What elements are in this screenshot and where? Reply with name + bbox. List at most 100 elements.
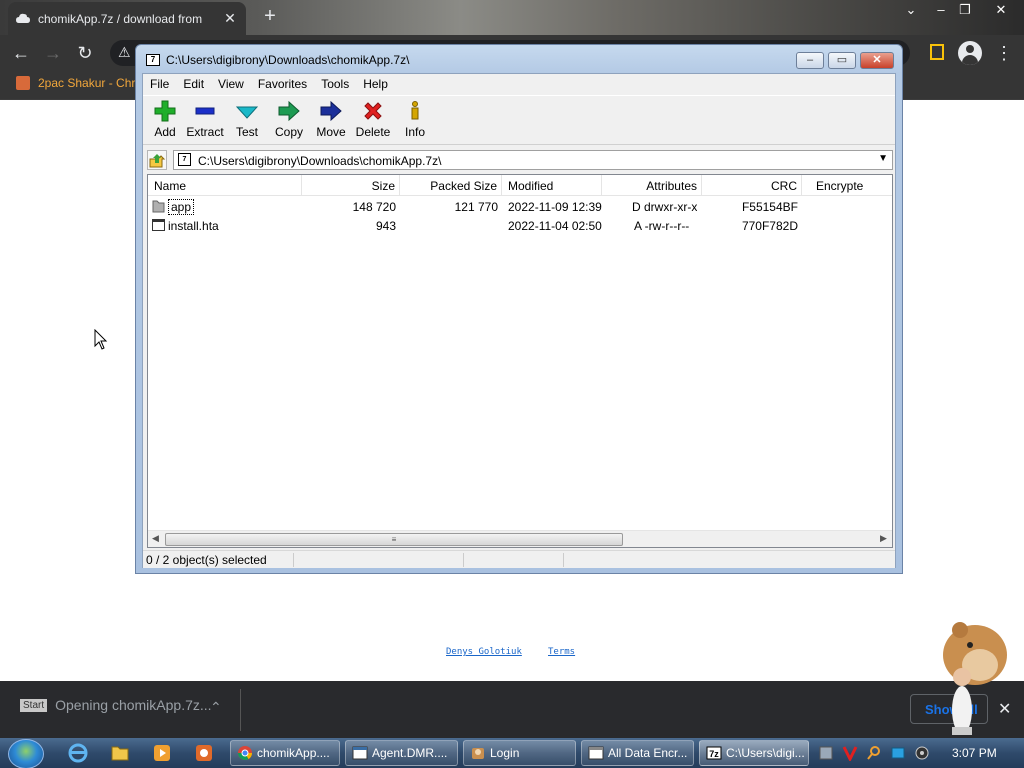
more-menu-icon[interactable]: ⋮ — [994, 40, 1014, 66]
download-item[interactable]: Start Opening chomikApp.7z... — [20, 697, 212, 713]
speaker-tray-icon[interactable] — [914, 745, 930, 761]
column-crc[interactable]: CRC — [702, 175, 802, 196]
move-button[interactable]: Move — [309, 100, 353, 142]
taskbar-button-login[interactable]: Login — [463, 740, 576, 766]
minimize-button[interactable]: – — [796, 52, 824, 69]
arrow-right-icon — [320, 100, 342, 122]
test-button[interactable]: Test — [225, 100, 269, 142]
divider — [563, 553, 564, 567]
column-size[interactable]: Size — [302, 175, 400, 196]
menu-file[interactable]: File — [143, 74, 176, 94]
dropdown-arrow-icon[interactable]: ▼ — [878, 153, 888, 164]
copy-button[interactable]: Copy — [267, 100, 311, 142]
media-player-icon[interactable] — [152, 743, 172, 763]
delete-button[interactable]: Delete — [351, 100, 395, 142]
taskbar-label: C:\Users\digi... — [726, 746, 805, 760]
window-app-icon — [588, 746, 604, 760]
menu-view[interactable]: View — [211, 74, 251, 94]
taskbar-button-sevenzip[interactable]: 7z C:\Users\digi... — [699, 740, 809, 766]
extension-icon[interactable] — [930, 44, 944, 60]
back-icon[interactable]: ← — [8, 40, 34, 66]
add-button[interactable]: Add — [143, 100, 187, 142]
close-button[interactable]: ✕ — [860, 52, 894, 69]
taskbar-button-encryption[interactable]: All Data Encr... — [581, 740, 694, 766]
scroll-left-icon[interactable]: ◀ — [152, 533, 159, 544]
cloud-download-icon — [16, 12, 30, 26]
start-button[interactable] — [8, 739, 44, 768]
tab-close-icon[interactable]: ✕ — [222, 10, 238, 27]
selection-status: 0 / 2 object(s) selected — [146, 553, 267, 567]
table-row[interactable]: app 148 720 121 770 2022-11-09 12:39 D d… — [148, 197, 892, 216]
scrollbar-thumb[interactable]: ≡ — [165, 533, 623, 546]
column-name[interactable]: Name — [148, 175, 302, 196]
extract-button[interactable]: Extract — [183, 100, 227, 142]
delete-label: Delete — [355, 125, 391, 139]
tab-title: chomikApp.7z / download from — [38, 11, 203, 26]
file-list[interactable]: Name Size Packed Size Modified Attribute… — [147, 174, 893, 548]
network-tray-icon[interactable] — [818, 745, 834, 761]
hamster-mascot-icon — [943, 622, 1007, 735]
footer-link-terms[interactable]: Terms — [548, 647, 575, 657]
menu-tools[interactable]: Tools — [314, 74, 356, 94]
extract-label: Extract — [186, 125, 224, 139]
cell-size: 148 720 — [352, 200, 396, 214]
bookmark-item[interactable]: 2pac Shakur - Chro — [16, 76, 142, 90]
cell-modified: 2022-11-09 12:39 — [508, 200, 602, 214]
close-window-icon[interactable]: ✕ — [990, 2, 1012, 18]
cell-size: 943 — [375, 219, 396, 233]
new-tab-button[interactable]: + — [258, 5, 282, 29]
window-app-icon — [352, 746, 368, 760]
forward-icon[interactable]: → — [40, 40, 66, 66]
horizontal-scrollbar[interactable]: ◀ ≡ ▶ — [148, 530, 892, 547]
cell-crc: 770F782D — [741, 219, 798, 233]
column-encrypted[interactable]: Encrypte — [802, 175, 892, 196]
search-tray-icon[interactable] — [866, 745, 882, 761]
scroll-right-icon[interactable]: ▶ — [880, 533, 887, 544]
sevenzip-app-icon: 7 — [146, 54, 160, 66]
taskbar-button-chrome[interactable]: chomikApp.... — [230, 740, 340, 766]
archive-icon: 7 — [178, 153, 191, 166]
folder-icon[interactable] — [110, 743, 130, 763]
cell-attributes: A -rw-r--r-- — [634, 219, 690, 233]
chevron-up-icon[interactable]: ⌃ — [210, 699, 222, 716]
warning-icon[interactable]: ⚠ — [118, 44, 131, 61]
plus-icon — [154, 100, 176, 122]
x-icon — [364, 102, 382, 120]
path-value: C:\Users\digibrony\Downloads\chomikApp.7… — [198, 154, 442, 168]
list-header: Name Size Packed Size Modified Attribute… — [148, 175, 892, 196]
display-tray-icon[interactable] — [890, 745, 906, 761]
table-row[interactable]: install.hta 943 2022-11-04 02:50 A -rw-r… — [148, 216, 892, 235]
menu-edit[interactable]: Edit — [176, 74, 211, 94]
info-button[interactable]: Info — [393, 100, 437, 142]
minimize-icon[interactable]: – — [930, 2, 952, 18]
taskbar-label: Agent.DMR.... — [372, 746, 448, 760]
footer-link-author[interactable]: Denys Golotiuk — [446, 647, 522, 657]
browser-tab[interactable]: chomikApp.7z / download from ✕ — [8, 2, 246, 35]
check-icon — [236, 106, 258, 119]
column-attributes[interactable]: Attributes — [602, 175, 702, 196]
taskbar-label: Login — [490, 746, 520, 760]
info-label: Info — [404, 125, 425, 139]
path-combobox[interactable]: 7 C:\Users\digibrony\Downloads\chomikApp… — [173, 150, 893, 170]
column-modified[interactable]: Modified — [502, 175, 602, 196]
profile-avatar-icon[interactable] — [958, 41, 982, 65]
taskbar-button-agent[interactable]: Agent.DMR.... — [345, 740, 458, 766]
divider — [240, 689, 241, 731]
internet-explorer-icon[interactable] — [68, 743, 88, 763]
clock[interactable]: 3:07 PM — [952, 746, 997, 760]
maximize-button[interactable]: ▭ — [828, 52, 856, 69]
login-app-icon — [472, 748, 484, 759]
cell-name: app — [168, 199, 195, 215]
restore-icon[interactable]: ❐ — [954, 2, 976, 18]
cell-name: install.hta — [168, 219, 219, 233]
antivirus-tray-icon[interactable] — [842, 745, 858, 761]
folder-icon — [152, 200, 165, 213]
info-icon — [411, 101, 419, 120]
column-packed-size[interactable]: Packed Size — [400, 175, 502, 196]
menu-help[interactable]: Help — [356, 74, 395, 94]
up-folder-button[interactable] — [147, 150, 167, 170]
reload-icon[interactable]: ↻ — [72, 40, 98, 66]
app-launcher-icon[interactable] — [194, 743, 214, 763]
tab-search-icon[interactable]: ⌄ — [900, 2, 922, 18]
menu-favorites[interactable]: Favorites — [251, 74, 314, 94]
